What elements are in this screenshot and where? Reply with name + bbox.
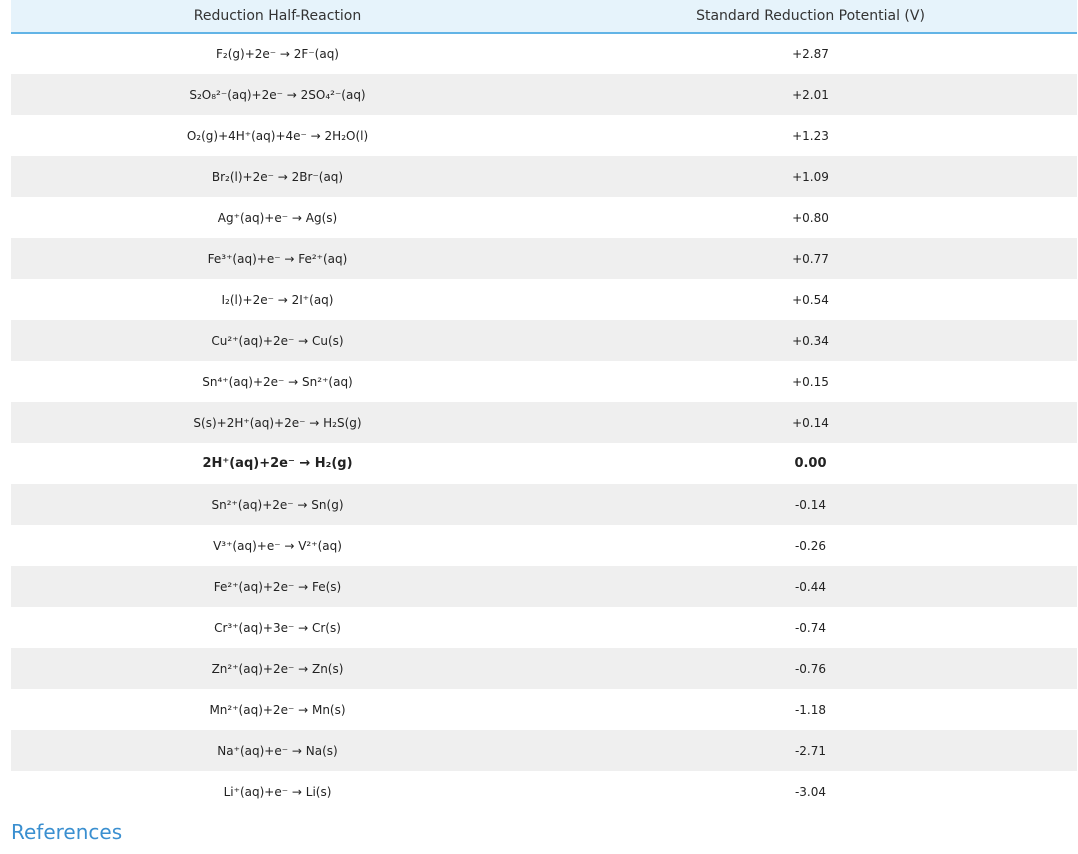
potential-cell: -0.76: [794, 661, 827, 676]
table-row: Fe²⁺(aq)+2e⁻ → Fe(s) -0.44: [11, 566, 1077, 607]
potential-cell: +0.14: [792, 415, 829, 430]
table-row: Sn⁴⁺(aq)+2e⁻ → Sn²⁺(aq) +0.15: [11, 361, 1077, 402]
half-reaction-cell: S(s)+2H⁺(aq)+2e⁻ → H₂S(g): [193, 415, 362, 430]
half-reaction-cell: F₂(g)+2e⁻ → 2F⁻(aq): [216, 47, 339, 61]
half-reaction-cell: S₂O₈²⁻(aq)+2e⁻ → 2SO₄²⁻(aq): [189, 87, 366, 102]
table-row: Na⁺(aq)+e⁻ → Na(s) -2.71: [11, 730, 1077, 771]
half-reaction-cell: 2H⁺(aq)+2e⁻ → H₂(g): [202, 456, 353, 471]
header-row: Reduction Half-Reaction Standard Reducti…: [11, 0, 1077, 34]
potential-cell: -3.04: [794, 784, 827, 799]
potential-cell: +0.15: [792, 374, 829, 389]
table-row: Cu²⁺(aq)+2e⁻ → Cu(s) +0.34: [11, 320, 1077, 361]
potential-cell: -0.74: [794, 620, 827, 635]
half-reaction-cell: Zn²⁺(aq)+2e⁻ → Zn(s): [211, 661, 344, 676]
table-row: V³⁺(aq)+e⁻ → V²⁺(aq) -0.26: [11, 525, 1077, 566]
header-potential: Standard Reduction Potential (V): [544, 0, 1077, 34]
table-body: F₂(g)+2e⁻ → 2F⁻(aq) +2.87 S₂O₈²⁻(aq)+2e⁻ →…: [11, 33, 1077, 812]
half-reaction-cell: Na⁺(aq)+e⁻ → Na(s): [217, 743, 338, 758]
potential-cell: 0.00: [794, 456, 827, 471]
potential-cell: -2.71: [794, 743, 827, 758]
half-reaction-cell: Cr³⁺(aq)+3e⁻ → Cr(s): [214, 620, 341, 635]
reduction-potentials-table-wrapper: Reduction Half-Reaction Standard Reducti…: [11, 0, 1077, 812]
half-reaction-cell: I₂(l)+2e⁻ → 2I⁺(aq): [221, 292, 334, 307]
table-row: Mn²⁺(aq)+2e⁻ → Mn(s) -1.18: [11, 689, 1077, 730]
table-row: Fe³⁺(aq)+e⁻ → Fe²⁺(aq) +0.77: [11, 238, 1077, 279]
table-row: Li⁺(aq)+e⁻ → Li(s) -3.04: [11, 771, 1077, 812]
table-row: S(s)+2H⁺(aq)+2e⁻ → H₂S(g) +0.14: [11, 402, 1077, 443]
potential-cell: +0.80: [792, 210, 829, 225]
table-row: Cr³⁺(aq)+3e⁻ → Cr(s) -0.74: [11, 607, 1077, 648]
half-reaction-cell: Sn⁴⁺(aq)+2e⁻ → Sn²⁺(aq): [202, 374, 353, 389]
table-row: Sn²⁺(aq)+2e⁻ → Sn(g) -0.14: [11, 484, 1077, 525]
half-reaction-cell: V³⁺(aq)+e⁻ → V²⁺(aq): [213, 538, 342, 553]
table-header: Reduction Half-Reaction Standard Reducti…: [11, 0, 1077, 34]
potential-cell: -0.44: [794, 579, 827, 594]
table-row: 2H⁺(aq)+2e⁻ → H₂(g) 0.00: [11, 443, 1077, 484]
table-row: S₂O₈²⁻(aq)+2e⁻ → 2SO₄²⁻(aq) +2.01: [11, 74, 1077, 115]
half-reaction-cell: Sn²⁺(aq)+2e⁻ → Sn(g): [211, 497, 344, 512]
references-heading[interactable]: References: [11, 820, 122, 844]
half-reaction-cell: Fe³⁺(aq)+e⁻ → Fe²⁺(aq): [207, 251, 348, 266]
potential-cell: +2.87: [792, 47, 829, 61]
table-row: Ag⁺(aq)+e⁻ → Ag(s) +0.80: [11, 197, 1077, 238]
potential-cell: -0.14: [794, 497, 827, 512]
table-row: Br₂(l)+2e⁻ → 2Br⁻(aq) +1.09: [11, 156, 1077, 197]
table-row: I₂(l)+2e⁻ → 2I⁺(aq) +0.54: [11, 279, 1077, 320]
half-reaction-cell: Fe²⁺(aq)+2e⁻ → Fe(s): [213, 579, 342, 594]
half-reaction-cell: Mn²⁺(aq)+2e⁻ → Mn(s): [209, 702, 346, 717]
potential-cell: +1.09: [792, 169, 829, 184]
potential-cell: +1.23: [792, 128, 829, 143]
half-reaction-cell: O₂(g)+4H⁺(aq)+4e⁻ → 2H₂O(l): [186, 128, 369, 143]
table-row: O₂(g)+4H⁺(aq)+4e⁻ → 2H₂O(l) +1.23: [11, 115, 1077, 156]
potential-cell: +2.01: [792, 87, 829, 102]
potential-cell: +0.77: [792, 251, 829, 266]
half-reaction-cell: Li⁺(aq)+e⁻ → Li(s): [223, 784, 332, 799]
header-half-reaction: Reduction Half-Reaction: [11, 0, 544, 34]
table-row: F₂(g)+2e⁻ → 2F⁻(aq) +2.87: [11, 33, 1077, 74]
potential-cell: +0.34: [792, 333, 829, 348]
table-row: Zn²⁺(aq)+2e⁻ → Zn(s) -0.76: [11, 648, 1077, 689]
reduction-potentials-table: Reduction Half-Reaction Standard Reducti…: [11, 0, 1077, 812]
potential-cell: -1.18: [794, 702, 827, 717]
potential-cell: -0.26: [794, 538, 827, 553]
half-reaction-cell: Br₂(l)+2e⁻ → 2Br⁻(aq): [211, 169, 344, 184]
potential-cell: +0.54: [792, 292, 829, 307]
half-reaction-cell: Ag⁺(aq)+e⁻ → Ag(s): [217, 210, 338, 225]
half-reaction-cell: Cu²⁺(aq)+2e⁻ → Cu(s): [211, 333, 344, 348]
